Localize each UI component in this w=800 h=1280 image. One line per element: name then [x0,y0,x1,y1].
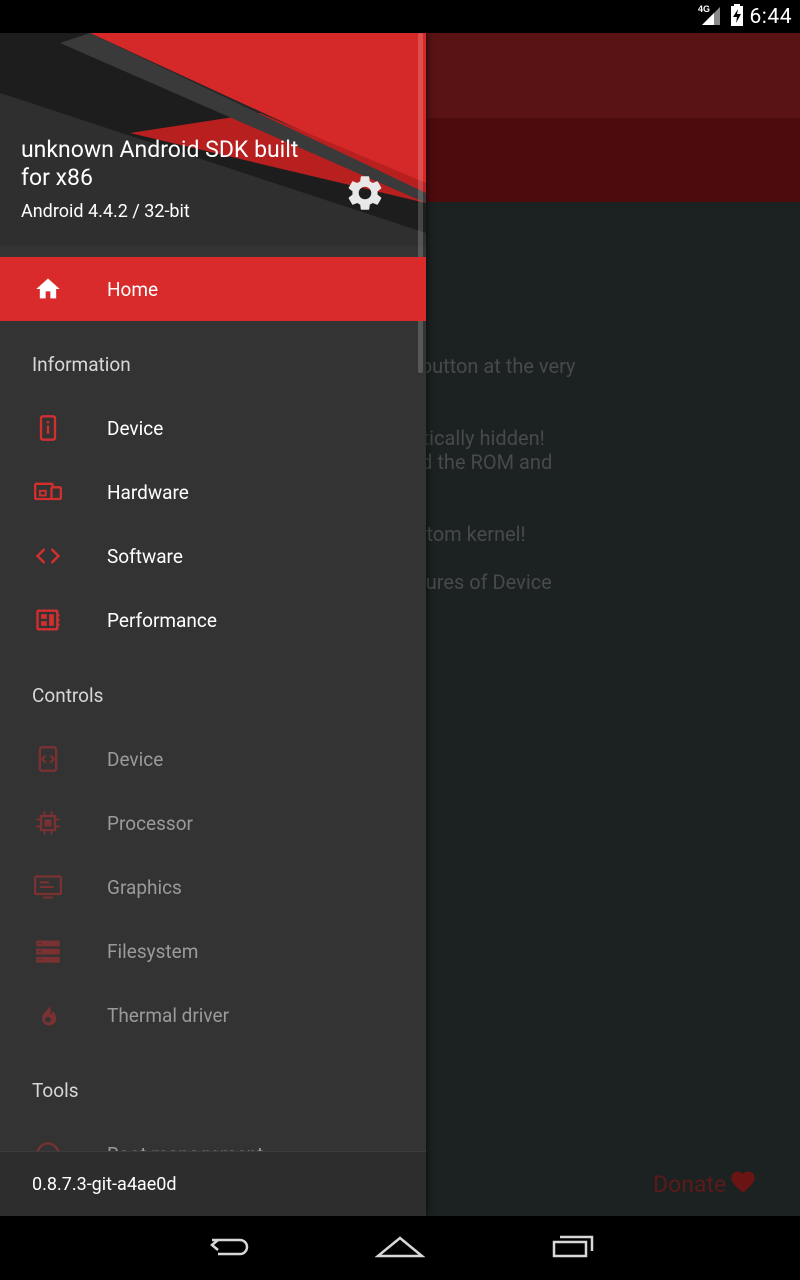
nav-item-label: Graphics [107,875,182,899]
clock: 6:44 [749,4,792,29]
chip-icon [32,807,64,839]
nav-item-thermal-driver[interactable]: Thermal driver [0,983,426,1047]
memory-icon [32,604,64,636]
status-indicators: 4G 6:44 [698,0,793,33]
section-header-controls: Controls [32,684,104,707]
section-header-information: Information [32,353,131,376]
code-icon [32,540,64,572]
nav-item-home[interactable]: Home [0,257,426,321]
nav-item-performance[interactable]: Performance [0,588,426,652]
nav-item-filesystem[interactable]: Filesystem [0,919,426,983]
drawer-footer: 0.8.7.3-git-a4ae0d [0,1151,426,1216]
nav-item-label: Filesystem [107,939,199,963]
battery-charging-icon [730,3,744,31]
navigation-drawer: unknown Android SDK built for x86 Androi… [0,33,426,1216]
nav-item-label: Software [107,544,183,568]
home-nav-button[interactable] [370,1230,430,1266]
back-icon [206,1232,254,1264]
flame-icon [32,999,64,1031]
nav-item-device-controls[interactable]: Device [0,727,426,791]
nav-item-label: Device [107,416,164,440]
nav-item-hardware[interactable]: Hardware [0,460,426,524]
back-button[interactable] [200,1230,260,1266]
nav-item-label: Home [107,277,159,301]
nav-item-processor[interactable]: Processor [0,791,426,855]
nav-item-graphics[interactable]: Graphics [0,855,426,919]
nav-item-label: Processor [107,811,193,835]
drawer-header: unknown Android SDK built for x86 Androi… [0,33,426,246]
gear-icon [344,172,386,218]
nav-item-label: Performance [107,608,217,632]
signal-4g-icon: 4G [698,3,724,31]
developer-mode-icon [32,743,64,775]
devices-icon [32,476,64,508]
recents-button[interactable] [542,1230,602,1266]
nav-item-label: Hardware [107,480,189,504]
section-header-tools: Tools [32,1079,79,1102]
nav-item-software[interactable]: Software [0,524,426,588]
svg-text:4G: 4G [698,4,710,14]
display-icon [32,871,64,903]
device-version: Android 4.4.2 / 32-bit [21,201,190,222]
system-navigation-bar [0,1216,800,1280]
status-bar: 4G 6:44 [0,0,800,33]
home-outline-icon [374,1232,426,1264]
storage-icon [32,935,64,967]
nav-item-device-info[interactable]: Device [0,396,426,460]
home-icon [32,273,64,305]
device-info-icon [32,412,64,444]
scroll-indicator [418,33,423,373]
device-name: unknown Android SDK built for x86 [21,136,299,191]
nav-item-label: Device [107,747,164,771]
app-version: 0.8.7.3-git-a4ae0d [32,1173,177,1195]
recents-icon [548,1232,596,1264]
settings-button[interactable] [338,168,392,222]
nav-item-label: Thermal driver [107,1003,230,1027]
